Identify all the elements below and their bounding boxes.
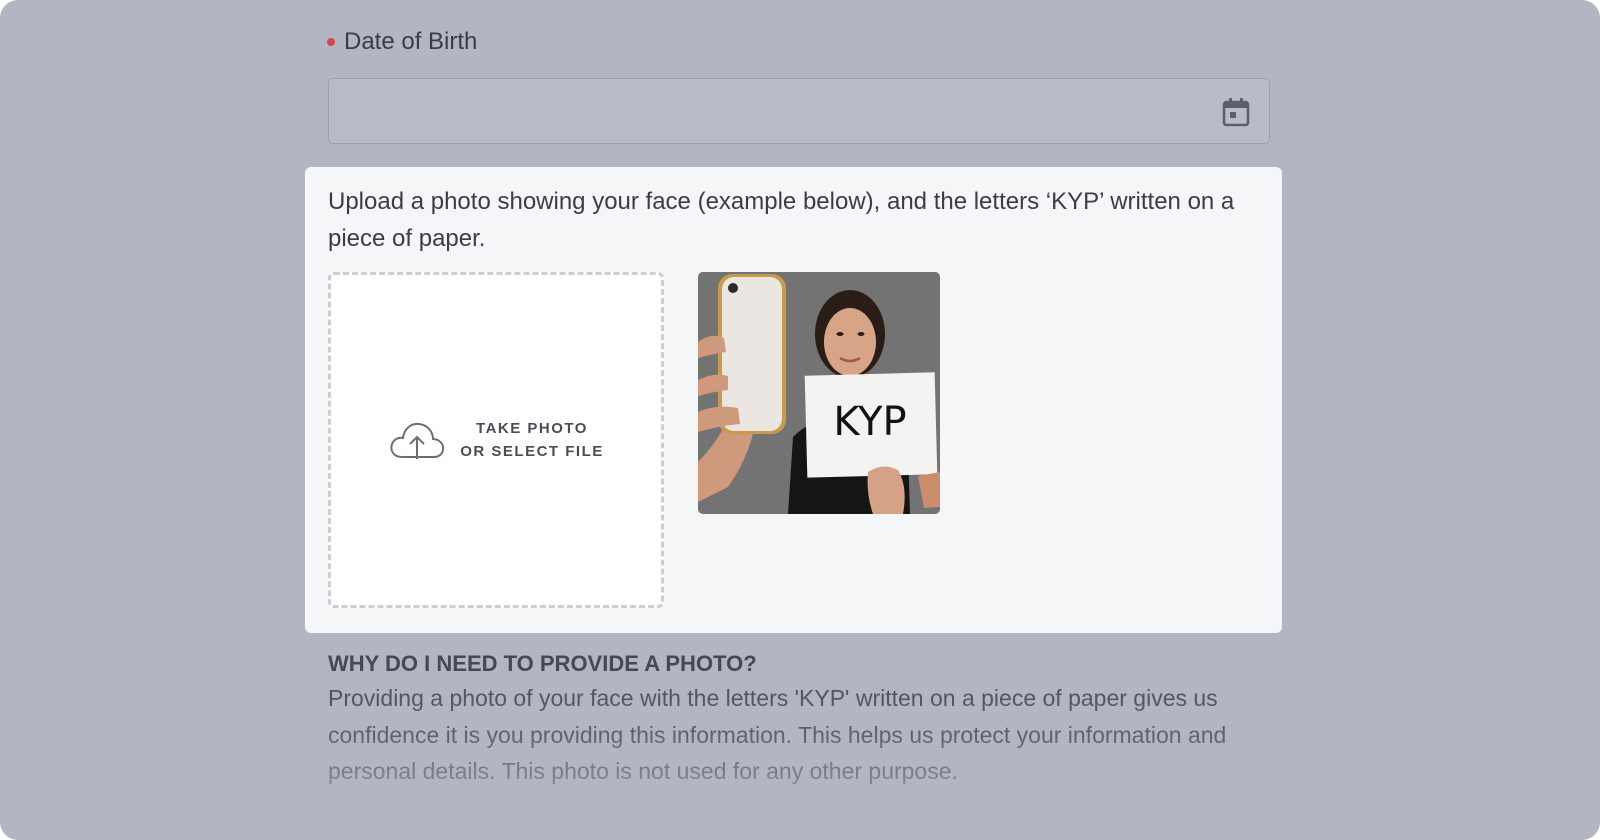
calendar-icon[interactable] — [1221, 96, 1251, 128]
why-photo-heading: WHY DO I NEED TO PROVIDE A PHOTO? — [328, 651, 757, 676]
dropzone-label-take-photo: TAKE PHOTO — [476, 420, 588, 437]
photo-upload-card: Upload a photo showing your face (exampl… — [305, 167, 1282, 633]
cloud-upload-icon — [390, 422, 445, 459]
upload-instructions: Upload a photo showing your face (exampl… — [328, 188, 1235, 252]
why-photo-explanation: Providing a photo of your face with the … — [328, 680, 1268, 790]
modal-overlay: Date of Birth Upload a photo showing you… — [0, 0, 1600, 840]
example-sign-text: KYP — [833, 399, 906, 445]
example-photo: KYP — [698, 272, 940, 514]
photo-dropzone[interactable]: TAKE PHOTO OR SELECT FILE — [328, 272, 664, 608]
required-indicator — [327, 38, 335, 46]
date-of-birth-label-text: Date of Birth — [344, 28, 478, 55]
date-of-birth-label: Date of Birth — [327, 28, 477, 56]
dropzone-label-select-file: OR SELECT FILE — [460, 443, 604, 460]
date-of-birth-input[interactable] — [328, 78, 1270, 144]
